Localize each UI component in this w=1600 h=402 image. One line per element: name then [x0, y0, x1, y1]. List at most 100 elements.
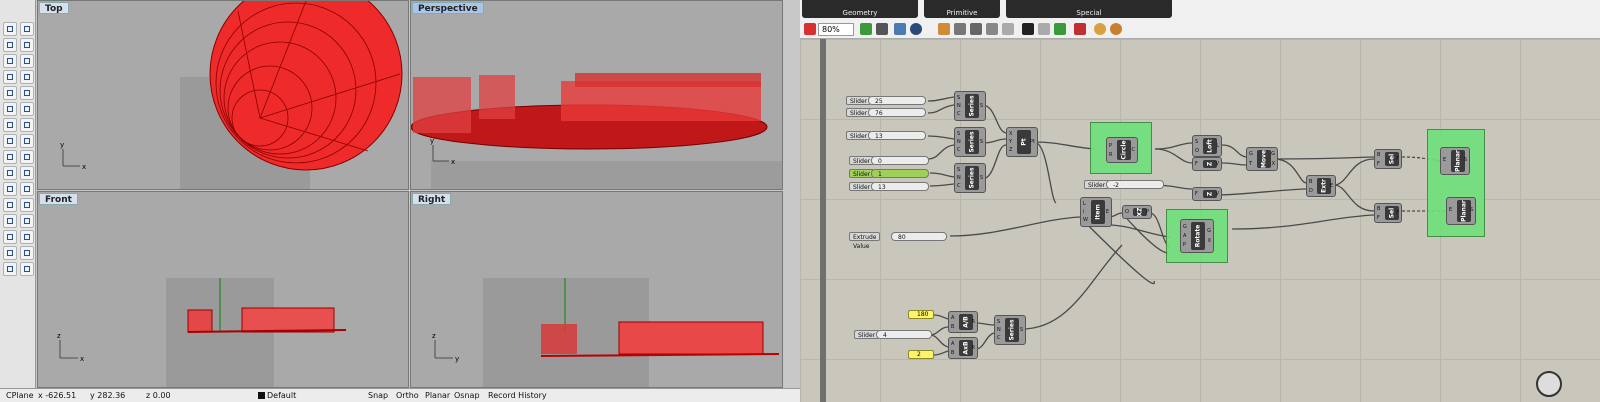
- axis-y-label-p: y: [430, 137, 434, 145]
- component-series-4[interactable]: SNC Series S: [994, 315, 1026, 345]
- axis-x-label: x: [82, 163, 86, 171]
- toolbar-tool-icon[interactable]: [20, 70, 34, 84]
- toolbar-tool-icon[interactable]: [20, 38, 34, 52]
- eraser-icon[interactable]: [804, 23, 816, 35]
- toolbar-tool-icon[interactable]: [3, 134, 17, 148]
- toolbar-tool-icon[interactable]: [20, 182, 34, 196]
- preview-icon[interactable]: [1002, 23, 1014, 35]
- play-icon[interactable]: [1022, 23, 1034, 35]
- toolbar-tool-icon[interactable]: [3, 262, 17, 276]
- toolbar-tool-icon[interactable]: [20, 246, 34, 260]
- component-series-1[interactable]: SNC Series S: [954, 91, 986, 121]
- component-planar-1[interactable]: E Planar S: [1440, 147, 1470, 175]
- cluster-icon[interactable]: [954, 23, 966, 35]
- toolbar-tool-icon[interactable]: [3, 54, 17, 68]
- toolbar-tool-icon[interactable]: [20, 86, 34, 100]
- tab-special[interactable]: Special: [1006, 0, 1172, 18]
- tag-icon[interactable]: [1074, 23, 1086, 35]
- viewport-right[interactable]: Right y z: [410, 191, 783, 388]
- status-y: y 282.36: [90, 391, 126, 400]
- status-snap[interactable]: Snap: [368, 389, 388, 402]
- disable-icon[interactable]: [1038, 23, 1050, 35]
- toolbar-tool-icon[interactable]: [20, 118, 34, 132]
- document-icon[interactable]: [1054, 23, 1066, 35]
- toolbar-tool-icon[interactable]: [3, 166, 17, 180]
- toolbar-tool-icon[interactable]: [3, 22, 17, 36]
- component-z-1[interactable]: F Z V: [1192, 157, 1222, 171]
- axis-z-label-r: z: [432, 332, 436, 340]
- toolbar-tool-icon[interactable]: [3, 230, 17, 244]
- component-z-2[interactable]: F Z V: [1192, 187, 1222, 201]
- zoom-extents-icon[interactable]: [876, 23, 888, 35]
- toolbar-tool-icon[interactable]: [20, 214, 34, 228]
- viewport-perspective-title[interactable]: Perspective: [412, 2, 484, 14]
- viewport-front[interactable]: Front x z: [37, 191, 409, 388]
- panel-2[interactable]: 2: [908, 350, 934, 359]
- status-osnap[interactable]: Osnap: [454, 389, 480, 402]
- toolbar-tool-icon[interactable]: [3, 150, 17, 164]
- component-rotate[interactable]: GAP Rotate GX: [1180, 219, 1214, 253]
- component-series-3[interactable]: SNC Series S: [954, 163, 986, 193]
- panel-180[interactable]: 180: [908, 310, 934, 319]
- toolbar-tool-icon[interactable]: [20, 134, 34, 148]
- grasshopper-canvas-toolbar: 80%: [800, 20, 1600, 39]
- component-series-2[interactable]: SNC Series S: [954, 127, 986, 157]
- toolbar-tool-icon[interactable]: [20, 102, 34, 116]
- status-record-history[interactable]: Record History: [488, 389, 547, 402]
- status-ortho[interactable]: Ortho: [396, 389, 419, 402]
- toolbar-tool-icon[interactable]: [3, 86, 17, 100]
- status-planar[interactable]: Planar: [425, 389, 450, 402]
- toolbar-tool-icon[interactable]: [20, 166, 34, 180]
- viewport-top-title[interactable]: Top: [39, 2, 69, 14]
- status-bar: CPlane x -626.51 y 282.36 z 0.00 Default…: [0, 388, 800, 402]
- grasshopper-tab-bar: Geometry Primitive Special: [800, 0, 1600, 20]
- component-a-times-b[interactable]: AB AxB R: [948, 337, 978, 359]
- toolbar-tool-icon[interactable]: [3, 214, 17, 228]
- component-item[interactable]: LiW Item E: [1080, 197, 1112, 227]
- component-sel-2[interactable]: BF Sel F: [1374, 203, 1402, 223]
- zoom-select[interactable]: 80%: [818, 23, 854, 36]
- grasshopper-canvas[interactable]: Slider 25 Slider 76 Slider 13 Slider 0 Slide…: [800, 39, 1600, 402]
- component-extr[interactable]: BD Extr E: [1306, 175, 1336, 197]
- component-move[interactable]: GT Move GX: [1246, 147, 1278, 171]
- toolbar-tool-icon[interactable]: [3, 198, 17, 212]
- info-icon[interactable]: [1110, 23, 1122, 35]
- viewport-perspective-canvas: x y: [411, 73, 782, 189]
- tab-geometry[interactable]: Geometry: [802, 0, 918, 18]
- toolbar-tool-icon[interactable]: [3, 118, 17, 132]
- eye-icon[interactable]: [910, 23, 922, 35]
- component-a-div-b[interactable]: AB A/B R: [948, 311, 978, 333]
- zoom-icon[interactable]: [860, 23, 872, 35]
- toolbar-tool-icon[interactable]: [20, 230, 34, 244]
- toolbar-tool-icon[interactable]: [3, 70, 17, 84]
- canvas-navigation-widget[interactable]: [1536, 371, 1562, 397]
- axis-z-label-f: z: [57, 332, 61, 340]
- component-pt[interactable]: XYZ Pt Pt: [1006, 127, 1038, 157]
- toolbar-tool-icon[interactable]: [3, 38, 17, 52]
- toolbar-tool-icon[interactable]: [20, 54, 34, 68]
- toolbar-tool-icon[interactable]: [20, 150, 34, 164]
- toolbar-tool-icon[interactable]: [20, 198, 34, 212]
- viewport-perspective[interactable]: Perspective x y: [410, 0, 783, 190]
- cylinder-icon[interactable]: [986, 23, 998, 35]
- toolbar-tool-icon[interactable]: [3, 102, 17, 116]
- bake-icon[interactable]: [970, 23, 982, 35]
- component-planar-2[interactable]: E Planar S: [1446, 197, 1476, 225]
- tab-primitive[interactable]: Primitive: [924, 0, 1000, 18]
- map-icon[interactable]: [894, 23, 906, 35]
- toolbar-tool-icon[interactable]: [3, 182, 17, 196]
- component-xz[interactable]: O XZ P: [1122, 205, 1152, 219]
- toolbar-tool-icon[interactable]: [20, 262, 34, 276]
- component-sel-1[interactable]: BF Sel F: [1374, 149, 1402, 169]
- sphere-icon[interactable]: [1094, 23, 1106, 35]
- status-layer[interactable]: Default: [267, 389, 296, 402]
- group-icon[interactable]: [938, 23, 950, 35]
- viewport-right-title: Right: [412, 193, 452, 205]
- viewport-top[interactable]: Top x y: [37, 0, 409, 190]
- toolbar-tool-icon[interactable]: [20, 22, 34, 36]
- toolbar-tool-icon[interactable]: [3, 246, 17, 260]
- component-circle[interactable]: PR Circle C: [1106, 137, 1138, 163]
- component-loft[interactable]: SO Loft L: [1192, 135, 1222, 157]
- viewport-front-title: Front: [39, 193, 78, 205]
- viewport-right-canvas: y z: [432, 278, 780, 387]
